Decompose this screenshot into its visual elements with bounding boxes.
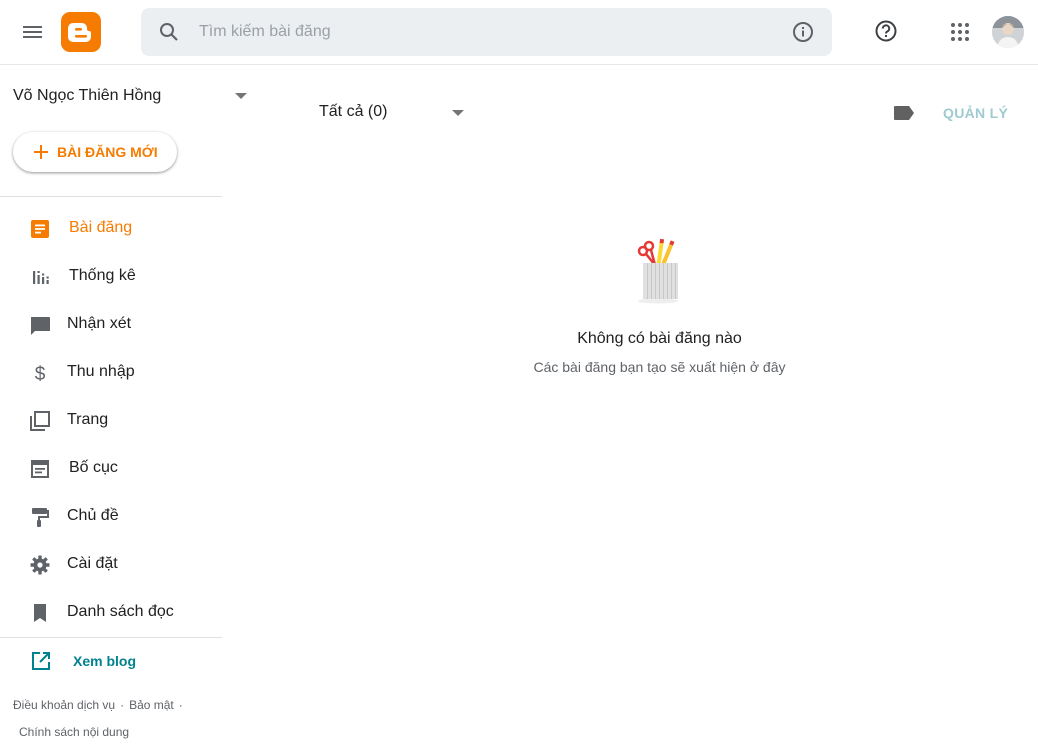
- new-post-button[interactable]: BÀI ĐĂNG MỚI: [13, 132, 177, 172]
- sidebar-item-label: Thống kê: [69, 267, 136, 284]
- footer-links: Điều khoản dịch vụ · Bảo mật · Chính sách n…: [13, 692, 213, 746]
- blog-selector[interactable]: Võ Ngọc Thiên Hồng: [13, 86, 253, 108]
- divider: [0, 196, 222, 197]
- sidebar-item-settings[interactable]: Cài đặt: [0, 545, 222, 585]
- privacy-link[interactable]: Bảo mật: [129, 698, 174, 712]
- plus-icon: [32, 141, 50, 163]
- layout-icon: [28, 457, 52, 481]
- apps-grid-icon[interactable]: [948, 20, 972, 44]
- sidebar-item-label: Chủ đề: [67, 507, 119, 524]
- empty-state-subtitle: Các bài đăng bạn tạo sẽ xuất hiện ở đây: [533, 359, 786, 375]
- help-icon[interactable]: [873, 18, 899, 44]
- label-tag-icon[interactable]: [892, 103, 916, 123]
- view-blog-label: Xem blog: [73, 653, 137, 669]
- sidebar-item-pages[interactable]: Trang: [0, 401, 222, 441]
- gear-icon: [28, 553, 52, 577]
- pencil-cup-icon: [622, 235, 692, 305]
- sidebar-item-reading-list[interactable]: Danh sách đọc: [0, 593, 222, 633]
- dollar-icon: $: [28, 361, 52, 385]
- sidebar-item-label: Bố cục: [69, 459, 118, 476]
- avatar[interactable]: [992, 16, 1024, 48]
- comments-icon: [28, 313, 52, 337]
- sidebar-item-stats[interactable]: Thống kê: [0, 257, 222, 297]
- sidebar-item-layout[interactable]: Bố cục: [0, 449, 222, 489]
- open-in-new-icon: [29, 649, 53, 673]
- filter-label: Tất cả (0): [319, 103, 388, 120]
- empty-state-title: Không có bài đăng nào: [577, 330, 742, 347]
- menu-icon[interactable]: [20, 20, 46, 44]
- svg-text:$: $: [35, 364, 46, 385]
- separator: ·: [120, 698, 125, 712]
- top-app-bar: [0, 0, 1038, 65]
- separator: ·: [178, 698, 183, 712]
- sidebar-item-label: Cài đặt: [67, 555, 118, 572]
- post-filter-dropdown[interactable]: Tất cả (0): [319, 101, 469, 123]
- sidebar-item-label: Bài đăng: [69, 219, 133, 236]
- terms-link[interactable]: Điều khoản dịch vụ: [13, 698, 115, 712]
- pages-icon: [28, 409, 52, 433]
- search-input[interactable]: [199, 20, 759, 44]
- sidebar-item-label: Trang: [67, 411, 109, 428]
- sidebar-item-label: Danh sách đọc: [67, 603, 174, 620]
- sidebar-item-earnings[interactable]: $ Thu nhập: [0, 353, 222, 393]
- manage-labels-button[interactable]: QUẢN LÝ: [943, 105, 1008, 121]
- search-icon[interactable]: [157, 20, 181, 44]
- stats-icon: [28, 265, 52, 289]
- view-blog-link[interactable]: Xem blog: [0, 645, 222, 677]
- blogger-logo[interactable]: [61, 12, 101, 52]
- posts-icon: [28, 217, 52, 241]
- caret-down-icon: [452, 110, 464, 116]
- search-bar: [141, 8, 832, 56]
- info-icon[interactable]: [791, 20, 815, 44]
- main-content: Tất cả (0) QUẢN LÝ Không có bài đăng nào…: [222, 65, 1038, 740]
- sidebar-item-label: Nhận xét: [67, 315, 132, 332]
- new-post-label: BÀI ĐĂNG MỚI: [57, 144, 158, 160]
- blog-name: Võ Ngọc Thiên Hồng: [13, 87, 162, 104]
- content-policy-link[interactable]: Chính sách nội dung: [19, 725, 129, 739]
- paint-roller-icon: [28, 505, 52, 529]
- sidebar-item-comments[interactable]: Nhận xét: [0, 305, 222, 345]
- sidebar-item-posts[interactable]: Bài đăng: [0, 209, 222, 249]
- bookmark-icon: [28, 601, 52, 625]
- divider: [0, 637, 222, 638]
- sidebar: Võ Ngọc Thiên Hồng BÀI ĐĂNG MỚI Bài đăng…: [0, 65, 247, 740]
- sidebar-item-label: Thu nhập: [67, 363, 135, 380]
- sidebar-item-theme[interactable]: Chủ đề: [0, 497, 222, 537]
